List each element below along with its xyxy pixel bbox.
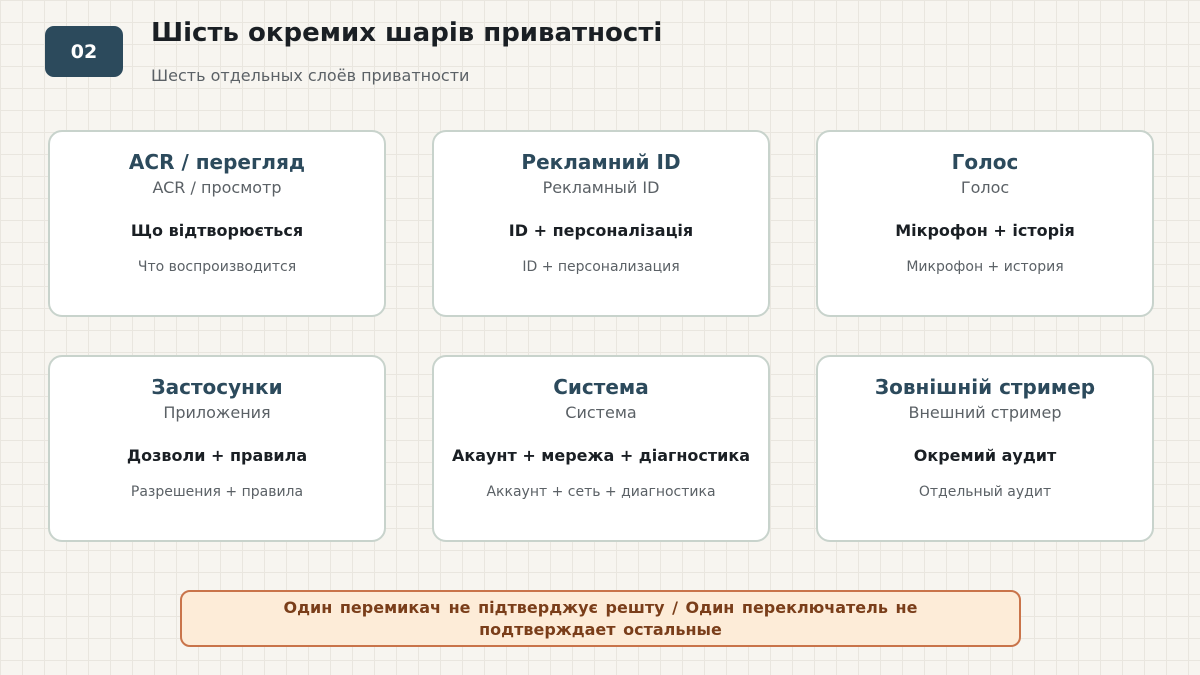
card-subtitle: Внешний стример bbox=[908, 403, 1062, 422]
card-acr: ACR / перегляд ACR / просмотр Що відтвор… bbox=[48, 130, 386, 317]
card-feature: Акаунт + мережа + діагностика bbox=[451, 446, 751, 465]
card-feature: Дозволи + правила bbox=[126, 446, 308, 465]
card-feature-ru: Микрофон + история bbox=[906, 259, 1064, 275]
page-subtitle: Шесть отдельных слоёв приватности bbox=[151, 66, 470, 85]
footer-callout: Один перемикач не підтверджує решту / Од… bbox=[180, 590, 1021, 647]
card-subtitle: ACR / просмотр bbox=[152, 178, 282, 197]
page-title: Шість окремих шарів приватності bbox=[151, 18, 663, 48]
card-title: Зовнішній стример bbox=[874, 375, 1096, 399]
card-external-streamer: Зовнішній стример Внешний стример Окреми… bbox=[816, 355, 1154, 542]
card-title: Застосунки bbox=[151, 375, 283, 399]
card-feature: Що відтворюється bbox=[130, 221, 304, 240]
card-voice: Голос Голос Мікрофон + історія Микрофон … bbox=[816, 130, 1154, 317]
card-advertising-id: Рекламний ID Рекламный ID ID + персоналі… bbox=[432, 130, 770, 317]
card-title: ACR / перегляд bbox=[128, 150, 306, 174]
card-title: Рекламний ID bbox=[521, 150, 681, 174]
card-feature-ru: Разрешения + правила bbox=[130, 484, 304, 500]
card-subtitle: Система bbox=[565, 403, 637, 422]
slide-number-badge: 02 bbox=[45, 26, 123, 77]
card-system: Система Система Акаунт + мережа + діагно… bbox=[432, 355, 770, 542]
card-feature: ID + персоналізація bbox=[508, 221, 694, 240]
privacy-layers-grid: ACR / перегляд ACR / просмотр Що відтвор… bbox=[48, 130, 1154, 542]
card-title: Голос bbox=[951, 150, 1019, 174]
card-feature-ru: ID + персонализация bbox=[522, 259, 680, 275]
card-feature-ru: Что воспроизводится bbox=[137, 259, 297, 275]
card-subtitle: Рекламный ID bbox=[542, 178, 660, 197]
card-apps: Застосунки Приложения Дозволи + правила … bbox=[48, 355, 386, 542]
card-feature-ru: Отдельный аудит bbox=[918, 484, 1052, 500]
card-feature-ru: Аккаунт + сеть + диагностика bbox=[486, 484, 716, 500]
card-subtitle: Голос bbox=[960, 178, 1010, 197]
card-feature: Окремий аудит bbox=[913, 446, 1057, 465]
card-subtitle: Приложения bbox=[163, 403, 271, 422]
card-title: Система bbox=[553, 375, 649, 399]
card-feature: Мікрофон + історія bbox=[895, 221, 1075, 240]
